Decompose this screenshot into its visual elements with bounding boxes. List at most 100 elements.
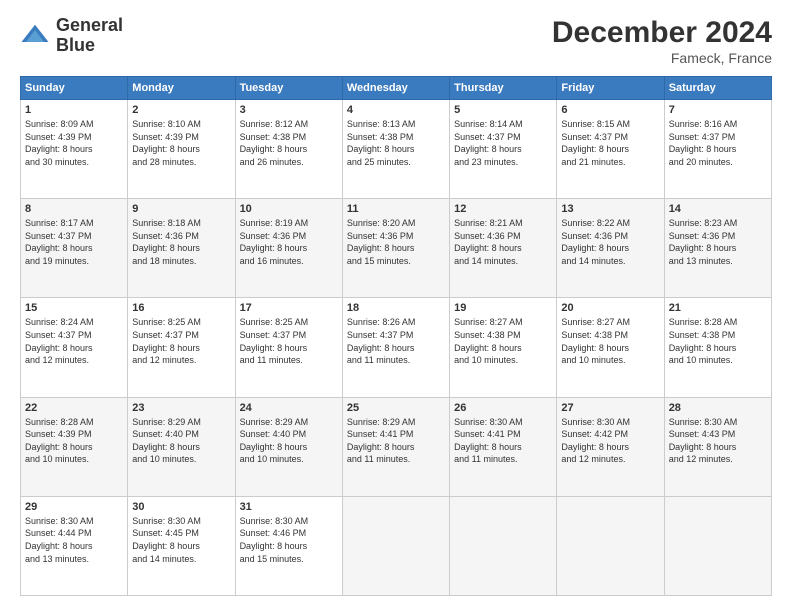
table-row: 2 Sunrise: 8:10 AMSunset: 4:39 PMDayligh… bbox=[128, 100, 235, 199]
day-info: Sunrise: 8:22 AMSunset: 4:36 PMDaylight:… bbox=[561, 217, 659, 267]
table-row: 31 Sunrise: 8:30 AMSunset: 4:46 PMDaylig… bbox=[235, 496, 342, 595]
day-number: 7 bbox=[669, 104, 767, 116]
header: General Blue December 2024 Fameck, Franc… bbox=[20, 16, 772, 66]
day-info: Sunrise: 8:25 AMSunset: 4:37 PMDaylight:… bbox=[132, 316, 230, 366]
table-row: 25 Sunrise: 8:29 AMSunset: 4:41 PMDaylig… bbox=[342, 397, 449, 496]
day-number: 30 bbox=[132, 501, 230, 513]
logo-text: General Blue bbox=[56, 16, 123, 56]
calendar-week-1: 1 Sunrise: 8:09 AMSunset: 4:39 PMDayligh… bbox=[21, 100, 772, 199]
table-row: 20 Sunrise: 8:27 AMSunset: 4:38 PMDaylig… bbox=[557, 298, 664, 397]
table-row: 9 Sunrise: 8:18 AMSunset: 4:36 PMDayligh… bbox=[128, 199, 235, 298]
day-number: 5 bbox=[454, 104, 552, 116]
table-row: 10 Sunrise: 8:19 AMSunset: 4:36 PMDaylig… bbox=[235, 199, 342, 298]
col-sunday: Sunday bbox=[21, 77, 128, 100]
day-info: Sunrise: 8:16 AMSunset: 4:37 PMDaylight:… bbox=[669, 118, 767, 168]
page: General Blue December 2024 Fameck, Franc… bbox=[0, 0, 792, 612]
day-number: 16 bbox=[132, 302, 230, 314]
table-row: 4 Sunrise: 8:13 AMSunset: 4:38 PMDayligh… bbox=[342, 100, 449, 199]
table-row: 6 Sunrise: 8:15 AMSunset: 4:37 PMDayligh… bbox=[557, 100, 664, 199]
table-row bbox=[557, 496, 664, 595]
day-info: Sunrise: 8:28 AMSunset: 4:38 PMDaylight:… bbox=[669, 316, 767, 366]
table-row: 17 Sunrise: 8:25 AMSunset: 4:37 PMDaylig… bbox=[235, 298, 342, 397]
day-info: Sunrise: 8:30 AMSunset: 4:45 PMDaylight:… bbox=[132, 515, 230, 565]
calendar-table: Sunday Monday Tuesday Wednesday Thursday… bbox=[20, 76, 772, 596]
day-number: 19 bbox=[454, 302, 552, 314]
col-thursday: Thursday bbox=[450, 77, 557, 100]
day-number: 31 bbox=[240, 501, 338, 513]
day-info: Sunrise: 8:30 AMSunset: 4:42 PMDaylight:… bbox=[561, 416, 659, 466]
day-number: 12 bbox=[454, 203, 552, 215]
logo-line2: Blue bbox=[56, 36, 123, 56]
table-row bbox=[342, 496, 449, 595]
table-row: 24 Sunrise: 8:29 AMSunset: 4:40 PMDaylig… bbox=[235, 397, 342, 496]
day-number: 11 bbox=[347, 203, 445, 215]
day-info: Sunrise: 8:12 AMSunset: 4:38 PMDaylight:… bbox=[240, 118, 338, 168]
table-row bbox=[664, 496, 771, 595]
day-number: 10 bbox=[240, 203, 338, 215]
day-number: 14 bbox=[669, 203, 767, 215]
day-info: Sunrise: 8:14 AMSunset: 4:37 PMDaylight:… bbox=[454, 118, 552, 168]
location-title: Fameck, France bbox=[552, 50, 772, 66]
table-row: 14 Sunrise: 8:23 AMSunset: 4:36 PMDaylig… bbox=[664, 199, 771, 298]
day-number: 20 bbox=[561, 302, 659, 314]
table-row: 13 Sunrise: 8:22 AMSunset: 4:36 PMDaylig… bbox=[557, 199, 664, 298]
table-row: 18 Sunrise: 8:26 AMSunset: 4:37 PMDaylig… bbox=[342, 298, 449, 397]
table-row: 26 Sunrise: 8:30 AMSunset: 4:41 PMDaylig… bbox=[450, 397, 557, 496]
table-row: 29 Sunrise: 8:30 AMSunset: 4:44 PMDaylig… bbox=[21, 496, 128, 595]
table-row: 28 Sunrise: 8:30 AMSunset: 4:43 PMDaylig… bbox=[664, 397, 771, 496]
day-number: 9 bbox=[132, 203, 230, 215]
day-number: 21 bbox=[669, 302, 767, 314]
day-number: 15 bbox=[25, 302, 123, 314]
table-row: 30 Sunrise: 8:30 AMSunset: 4:45 PMDaylig… bbox=[128, 496, 235, 595]
day-number: 13 bbox=[561, 203, 659, 215]
col-saturday: Saturday bbox=[664, 77, 771, 100]
day-number: 1 bbox=[25, 104, 123, 116]
day-number: 8 bbox=[25, 203, 123, 215]
table-row: 23 Sunrise: 8:29 AMSunset: 4:40 PMDaylig… bbox=[128, 397, 235, 496]
day-info: Sunrise: 8:09 AMSunset: 4:39 PMDaylight:… bbox=[25, 118, 123, 168]
table-row: 12 Sunrise: 8:21 AMSunset: 4:36 PMDaylig… bbox=[450, 199, 557, 298]
day-info: Sunrise: 8:29 AMSunset: 4:40 PMDaylight:… bbox=[240, 416, 338, 466]
day-info: Sunrise: 8:23 AMSunset: 4:36 PMDaylight:… bbox=[669, 217, 767, 267]
table-row: 15 Sunrise: 8:24 AMSunset: 4:37 PMDaylig… bbox=[21, 298, 128, 397]
day-number: 3 bbox=[240, 104, 338, 116]
day-info: Sunrise: 8:13 AMSunset: 4:38 PMDaylight:… bbox=[347, 118, 445, 168]
day-info: Sunrise: 8:21 AMSunset: 4:36 PMDaylight:… bbox=[454, 217, 552, 267]
day-info: Sunrise: 8:29 AMSunset: 4:40 PMDaylight:… bbox=[132, 416, 230, 466]
day-info: Sunrise: 8:15 AMSunset: 4:37 PMDaylight:… bbox=[561, 118, 659, 168]
day-info: Sunrise: 8:19 AMSunset: 4:36 PMDaylight:… bbox=[240, 217, 338, 267]
day-info: Sunrise: 8:27 AMSunset: 4:38 PMDaylight:… bbox=[561, 316, 659, 366]
day-info: Sunrise: 8:20 AMSunset: 4:36 PMDaylight:… bbox=[347, 217, 445, 267]
table-row bbox=[450, 496, 557, 595]
day-info: Sunrise: 8:30 AMSunset: 4:44 PMDaylight:… bbox=[25, 515, 123, 565]
day-info: Sunrise: 8:30 AMSunset: 4:41 PMDaylight:… bbox=[454, 416, 552, 466]
col-tuesday: Tuesday bbox=[235, 77, 342, 100]
day-info: Sunrise: 8:28 AMSunset: 4:39 PMDaylight:… bbox=[25, 416, 123, 466]
day-info: Sunrise: 8:17 AMSunset: 4:37 PMDaylight:… bbox=[25, 217, 123, 267]
day-number: 17 bbox=[240, 302, 338, 314]
table-row: 19 Sunrise: 8:27 AMSunset: 4:38 PMDaylig… bbox=[450, 298, 557, 397]
table-row: 8 Sunrise: 8:17 AMSunset: 4:37 PMDayligh… bbox=[21, 199, 128, 298]
calendar-week-3: 15 Sunrise: 8:24 AMSunset: 4:37 PMDaylig… bbox=[21, 298, 772, 397]
calendar-header-row: Sunday Monday Tuesday Wednesday Thursday… bbox=[21, 77, 772, 100]
day-number: 4 bbox=[347, 104, 445, 116]
day-number: 26 bbox=[454, 402, 552, 414]
table-row: 21 Sunrise: 8:28 AMSunset: 4:38 PMDaylig… bbox=[664, 298, 771, 397]
day-number: 23 bbox=[132, 402, 230, 414]
day-info: Sunrise: 8:30 AMSunset: 4:46 PMDaylight:… bbox=[240, 515, 338, 565]
table-row: 27 Sunrise: 8:30 AMSunset: 4:42 PMDaylig… bbox=[557, 397, 664, 496]
day-info: Sunrise: 8:26 AMSunset: 4:37 PMDaylight:… bbox=[347, 316, 445, 366]
table-row: 16 Sunrise: 8:25 AMSunset: 4:37 PMDaylig… bbox=[128, 298, 235, 397]
day-info: Sunrise: 8:10 AMSunset: 4:39 PMDaylight:… bbox=[132, 118, 230, 168]
col-monday: Monday bbox=[128, 77, 235, 100]
table-row: 5 Sunrise: 8:14 AMSunset: 4:37 PMDayligh… bbox=[450, 100, 557, 199]
logo-icon bbox=[20, 21, 50, 51]
calendar-week-4: 22 Sunrise: 8:28 AMSunset: 4:39 PMDaylig… bbox=[21, 397, 772, 496]
day-number: 2 bbox=[132, 104, 230, 116]
table-row: 1 Sunrise: 8:09 AMSunset: 4:39 PMDayligh… bbox=[21, 100, 128, 199]
logo-line1: General bbox=[56, 16, 123, 36]
calendar-week-5: 29 Sunrise: 8:30 AMSunset: 4:44 PMDaylig… bbox=[21, 496, 772, 595]
day-info: Sunrise: 8:30 AMSunset: 4:43 PMDaylight:… bbox=[669, 416, 767, 466]
table-row: 3 Sunrise: 8:12 AMSunset: 4:38 PMDayligh… bbox=[235, 100, 342, 199]
day-info: Sunrise: 8:18 AMSunset: 4:36 PMDaylight:… bbox=[132, 217, 230, 267]
